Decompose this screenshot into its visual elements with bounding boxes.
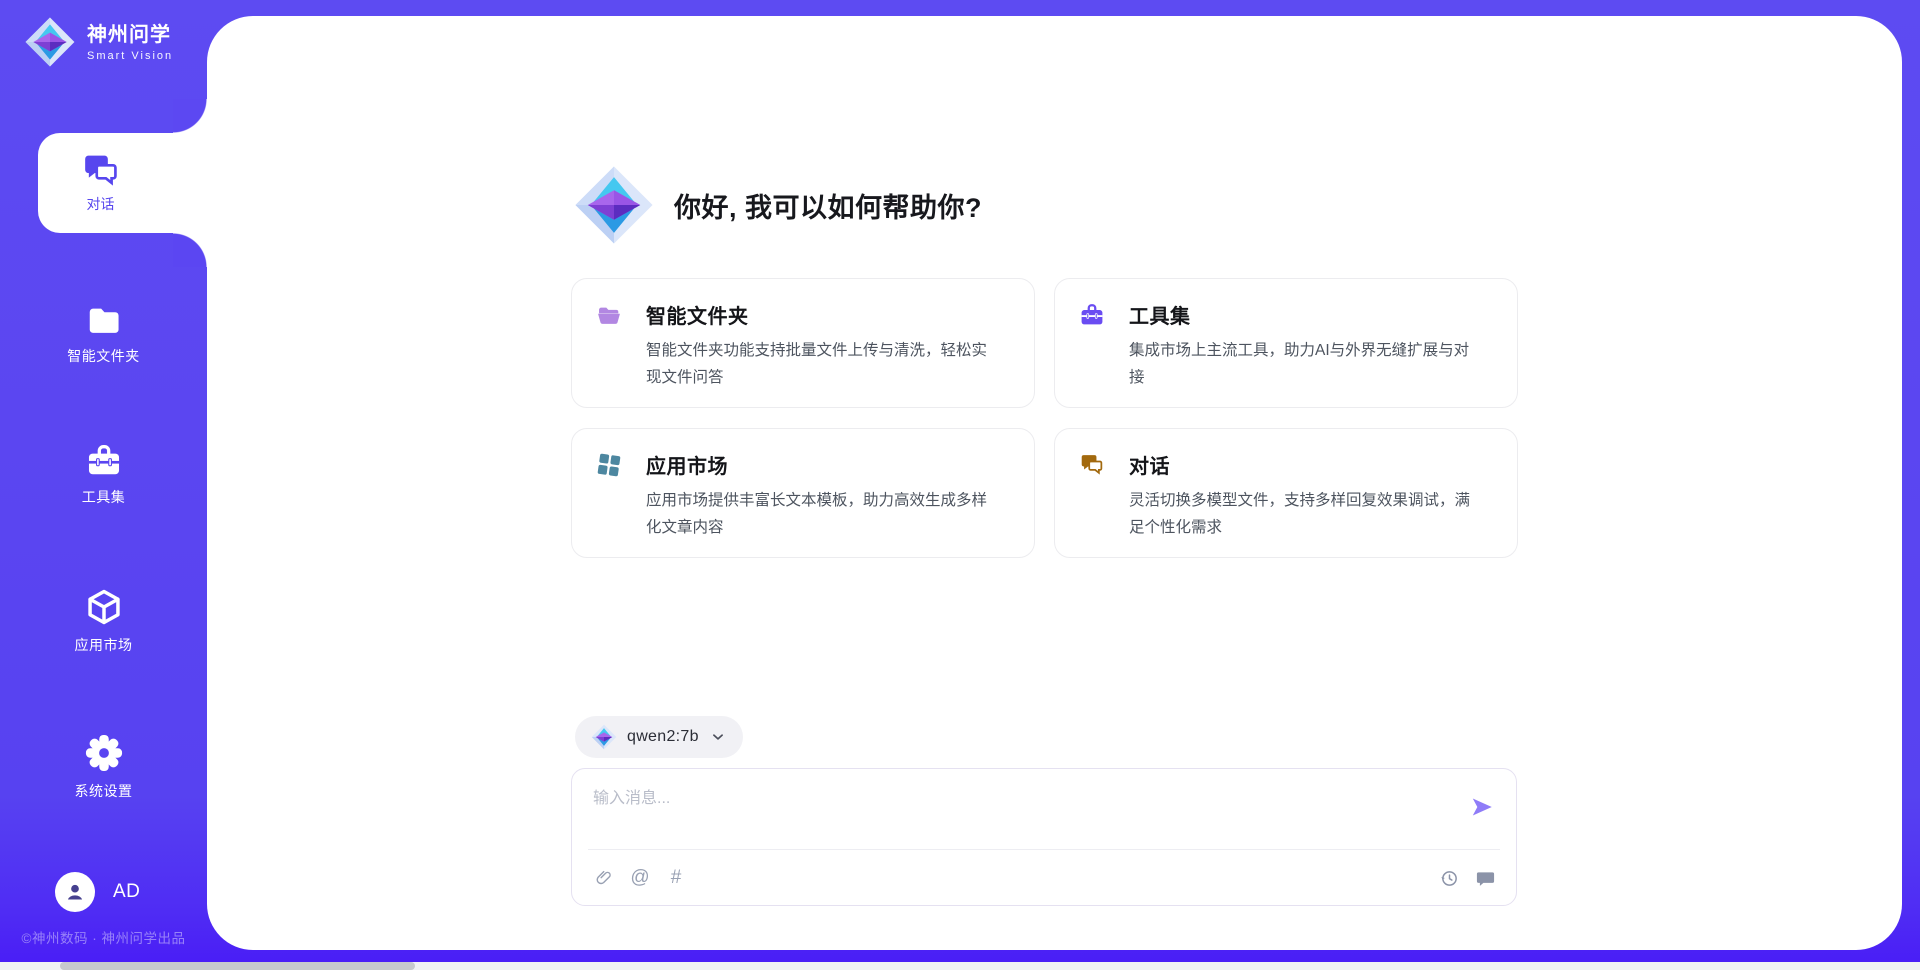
history-icon (1439, 868, 1460, 889)
feature-card-smart-folder[interactable]: 智能文件夹 智能文件夹功能支持批量文件上传与清洗，轻松实现文件问答 (571, 278, 1035, 408)
history-button[interactable] (1438, 866, 1460, 890)
feature-cards: 智能文件夹 智能文件夹功能支持批量文件上传与清洗，轻松实现文件问答 工具 (571, 278, 1518, 558)
toolbox-icon (85, 442, 123, 478)
sidebar-item-toolset[interactable]: 工具集 (0, 442, 207, 507)
sidebar-item-settings[interactable]: 系统设置 (0, 734, 207, 801)
toolbox-icon (1079, 302, 1105, 327)
card-head: 智能文件夹 (596, 300, 1010, 329)
card-description: 智能文件夹功能支持批量文件上传与清洗，轻松实现文件问答 (646, 337, 998, 391)
user-account[interactable]: AD (55, 872, 140, 912)
hash-icon: # (671, 867, 682, 889)
copyright-text: ©神州数码 · 神州问学出品 (0, 927, 207, 947)
feature-card-toolset[interactable]: 工具集 集成市场上主流工具，助力AI与外界无缝扩展与对接 (1054, 278, 1518, 408)
main-panel: 你好, 我可以如何帮助你? 智能文件夹 智能文件夹功能支持批量文件上传与清洗，轻… (207, 16, 1902, 950)
composer-tools-right (1438, 866, 1496, 890)
card-head: 应用市场 (596, 450, 1010, 479)
sidebar-item-app-market[interactable]: 应用市场 (0, 588, 207, 655)
topic-button[interactable]: # (665, 866, 687, 890)
chevron-down-icon (709, 728, 727, 746)
brand-diamond-icon (24, 16, 76, 68)
card-title: 工具集 (1129, 300, 1191, 329)
card-description: 灵活切换多模型文件，支持多样回复效果调试，满足个性化需求 (1129, 487, 1481, 541)
chat-icon (1079, 453, 1105, 476)
brand: 神州问学 Smart Vision (24, 16, 173, 68)
send-button[interactable] (1468, 794, 1496, 822)
avatar (55, 872, 95, 912)
brand-title: 神州问学 (87, 22, 173, 48)
chat-bubble-icon (1475, 868, 1496, 889)
card-title: 智能文件夹 (646, 300, 749, 329)
feedback-button[interactable] (1474, 866, 1496, 890)
grid-icon (596, 452, 622, 478)
sidebar: 神州问学 Smart Vision 对话 智能文件夹 (0, 0, 207, 970)
mention-button[interactable]: @ (629, 866, 651, 890)
greeting-text: 你好, 我可以如何帮助你? (674, 186, 982, 225)
composer: @ # (571, 768, 1517, 906)
sidebar-item-smart-folder[interactable]: 智能文件夹 (0, 303, 207, 366)
card-head: 对话 (1079, 450, 1493, 479)
at-icon: @ (630, 867, 649, 889)
send-icon (1469, 794, 1495, 820)
chat-icon (81, 153, 121, 187)
composer-divider (588, 849, 1500, 850)
sidebar-item-label: 对话 (87, 194, 115, 214)
greeting: 你好, 我可以如何帮助你? (573, 163, 982, 247)
gear-icon (85, 734, 123, 772)
attach-file-button[interactable] (593, 866, 615, 890)
card-description: 应用市场提供丰富长文本模板，助力高效生成多样化文章内容 (646, 487, 998, 541)
card-head: 工具集 (1079, 300, 1493, 329)
sidebar-item-label: 智能文件夹 (67, 346, 140, 366)
sidebar-item-chat[interactable]: 对话 (38, 133, 207, 233)
cube-icon (85, 588, 123, 626)
composer-tools-left: @ # (593, 866, 687, 890)
brand-subtitle: Smart Vision (87, 50, 173, 62)
feature-card-chat[interactable]: 对话 灵活切换多模型文件，支持多样回复效果调试，满足个性化需求 (1054, 428, 1518, 558)
horizontal-scrollbar[interactable] (0, 962, 1920, 970)
model-selector[interactable]: qwen2:7b (575, 716, 743, 758)
app-window: 神州问学 Smart Vision 对话 智能文件夹 (0, 0, 1920, 970)
card-title: 对话 (1129, 450, 1170, 479)
feature-card-app-market[interactable]: 应用市场 应用市场提供丰富长文本模板，助力高效生成多样化文章内容 (571, 428, 1035, 558)
brand-diamond-icon (591, 724, 617, 750)
person-icon (64, 881, 86, 903)
scrollbar-thumb[interactable] (60, 962, 415, 970)
folder-icon (86, 303, 122, 337)
user-initials: AD (113, 881, 140, 903)
message-input[interactable] (593, 784, 1453, 840)
folder-open-icon (596, 303, 622, 327)
model-name: qwen2:7b (627, 728, 699, 746)
brand-diamond-icon (573, 163, 655, 247)
paperclip-icon (594, 867, 614, 889)
card-title: 应用市场 (646, 450, 728, 479)
sidebar-item-label: 工具集 (82, 487, 126, 507)
card-description: 集成市场上主流工具，助力AI与外界无缝扩展与对接 (1129, 337, 1481, 391)
sidebar-item-label: 系统设置 (75, 781, 133, 801)
sidebar-item-label: 应用市场 (75, 635, 133, 655)
